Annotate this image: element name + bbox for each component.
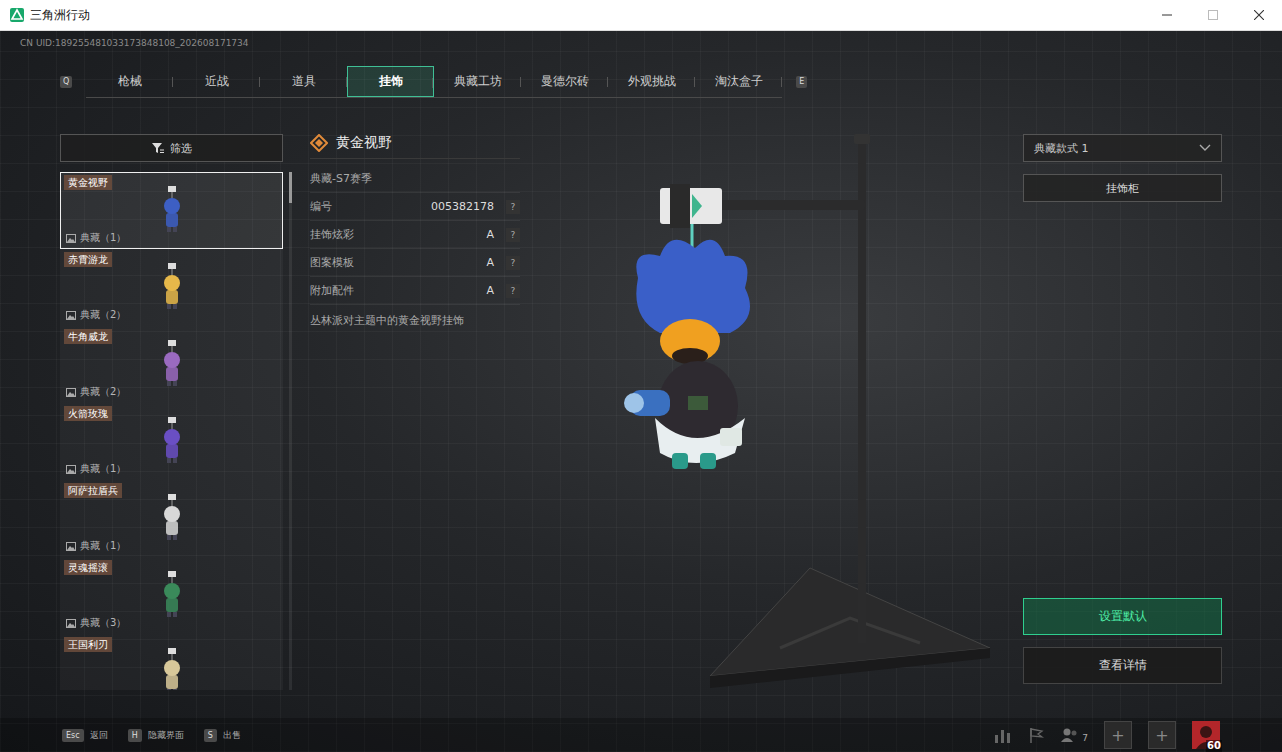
item-name: 黄金视野 <box>64 175 112 190</box>
window-title: 三角洲行动 <box>30 7 90 24</box>
collection-diamond-icon <box>310 134 328 152</box>
title-bar: 三角洲行动 <box>0 0 1282 31</box>
item-name: 赤霄游龙 <box>64 252 112 267</box>
close-button[interactable] <box>1236 0 1282 30</box>
filter-icon <box>152 143 164 154</box>
item-name: 王国利刃 <box>64 637 112 652</box>
charm-thumbnail-icon <box>157 417 187 467</box>
charm-item[interactable]: 黄金视野典藏（1） <box>60 172 283 249</box>
charm-item[interactable]: 阿萨拉盾兵典藏（1） <box>60 480 283 557</box>
item-badge: 典藏（1） <box>66 539 126 553</box>
action-button[interactable]: 设置默认 <box>1023 598 1222 635</box>
season-label: 典藏-S7赛季 <box>310 165 520 193</box>
game-screen: CN UID:189255481033173848108_20260817173… <box>0 31 1282 752</box>
minimize-button[interactable] <box>1144 0 1190 30</box>
item-name: 牛角威龙 <box>64 329 112 344</box>
logo-icon <box>10 8 24 22</box>
charm-item[interactable]: 火箭玫瑰典藏（1） <box>60 403 283 480</box>
item-name: 灵魂摇滚 <box>64 560 112 575</box>
detail-row: 附加配件A? <box>310 277 520 305</box>
item-name: 火箭玫瑰 <box>64 406 112 421</box>
image-icon <box>66 465 76 474</box>
help-button[interactable]: ? <box>506 228 520 242</box>
charm-thumbnail-icon <box>157 263 187 313</box>
tab[interactable]: 外观挑战 <box>608 66 695 97</box>
shortcut-hint[interactable]: Esc返回 <box>62 729 108 742</box>
description: 丛林派对主题中的黄金视野挂饰 <box>310 313 520 328</box>
style-dropdown[interactable]: 典藏款式 1 <box>1023 134 1222 162</box>
charm-thumbnail-icon <box>157 571 187 621</box>
stats-icon[interactable] <box>994 727 1012 743</box>
maximize-icon <box>1208 10 1218 20</box>
image-icon <box>66 542 76 551</box>
shortcut-hint[interactable]: S出售 <box>204 729 241 742</box>
help-button[interactable]: ? <box>506 200 520 214</box>
detail-row: 挂饰炫彩A? <box>310 221 520 249</box>
tab[interactable]: 曼德尔砖 <box>521 66 608 97</box>
charm-item[interactable]: 王国利刃 <box>60 634 283 690</box>
item-list-panel: 筛选黄金视野典藏（1）赤霄游龙典藏（2）牛角威龙典藏（2）火箭玫瑰典藏（1）阿萨… <box>60 128 292 690</box>
flag-icon[interactable] <box>1028 727 1044 743</box>
friends-button[interactable]: 7 <box>1060 727 1088 743</box>
tab-bar: Q 枪械近战道具挂饰典藏工坊曼德尔砖外观挑战淘汰盒子 E <box>0 66 1282 98</box>
player-avatar[interactable]: 60 <box>1192 721 1220 749</box>
right-panel: 典藏款式 1 挂饰柜设置默认查看详情 <box>1023 128 1222 690</box>
charm-item[interactable]: 灵魂摇滚典藏（3） <box>60 557 283 634</box>
charm-on-stand-icon <box>520 128 1023 690</box>
item-badge: 典藏（1） <box>66 462 126 476</box>
item-badge: 典藏（1） <box>66 231 126 245</box>
tab[interactable]: 枪械 <box>86 66 173 97</box>
uid-label: CN UID:189255481033173848108_20260817173… <box>0 31 1282 50</box>
chevron-down-icon <box>1199 144 1211 152</box>
tab[interactable]: 近战 <box>173 66 260 97</box>
image-icon <box>66 234 76 243</box>
image-icon <box>66 311 76 320</box>
tab[interactable]: 典藏工坊 <box>434 66 521 97</box>
charm-cabinet-button[interactable]: 挂饰柜 <box>1023 174 1222 202</box>
detail-row: 编号005382178? <box>310 193 520 221</box>
friends-icon <box>1060 727 1080 743</box>
player-level: 60 <box>1206 740 1222 752</box>
charm-thumbnail-icon <box>157 340 187 390</box>
image-icon <box>66 388 76 397</box>
tab[interactable]: 淘汰盒子 <box>695 66 782 97</box>
game-window: 三角洲行动 CN UID:189255481033173848108_202608… <box>0 0 1282 752</box>
tab[interactable]: 挂饰 <box>347 66 434 97</box>
item-badge: 典藏（3） <box>66 616 126 630</box>
shortcut-hint[interactable]: H隐藏界面 <box>128 729 184 742</box>
detail-row: 图案模板A? <box>310 249 520 277</box>
filter-button[interactable]: 筛选 <box>60 134 283 162</box>
scrollbar[interactable] <box>289 172 292 690</box>
charm-display[interactable] <box>520 128 1023 690</box>
add-slot-button[interactable]: + <box>1104 721 1132 749</box>
minimize-icon <box>1162 10 1172 20</box>
charm-thumbnail-icon <box>157 494 187 544</box>
tab[interactable]: 道具 <box>260 66 347 97</box>
action-button[interactable]: 查看详情 <box>1023 647 1222 684</box>
charm-thumbnail-icon <box>157 186 187 236</box>
item-badge: 典藏（2） <box>66 385 126 399</box>
detail-panel: 黄金视野典藏-S7赛季编号005382178?挂饰炫彩A?图案模板A?附加配件A… <box>310 128 520 690</box>
add-slot-button[interactable]: + <box>1148 721 1176 749</box>
detail-title: 黄金视野 <box>336 134 392 152</box>
next-tab-key[interactable]: E <box>796 76 807 88</box>
charm-thumbnail-icon <box>157 648 187 691</box>
charm-item[interactable]: 赤霄游龙典藏（2） <box>60 249 283 326</box>
help-button[interactable]: ? <box>506 256 520 270</box>
item-name: 阿萨拉盾兵 <box>64 483 122 498</box>
item-badge: 典藏（2） <box>66 308 126 322</box>
close-icon <box>1254 10 1264 20</box>
help-button[interactable]: ? <box>506 284 520 298</box>
bottom-bar: Esc返回 H隐藏界面 S出售 7 + +60 <box>0 718 1282 752</box>
scrollbar-thumb[interactable] <box>289 172 292 203</box>
detail-header: 黄金视野 <box>310 128 520 159</box>
image-icon <box>66 619 76 628</box>
prev-tab-key[interactable]: Q <box>60 76 72 88</box>
charm-item[interactable]: 牛角威龙典藏（2） <box>60 326 283 403</box>
maximize-button[interactable] <box>1190 0 1236 30</box>
